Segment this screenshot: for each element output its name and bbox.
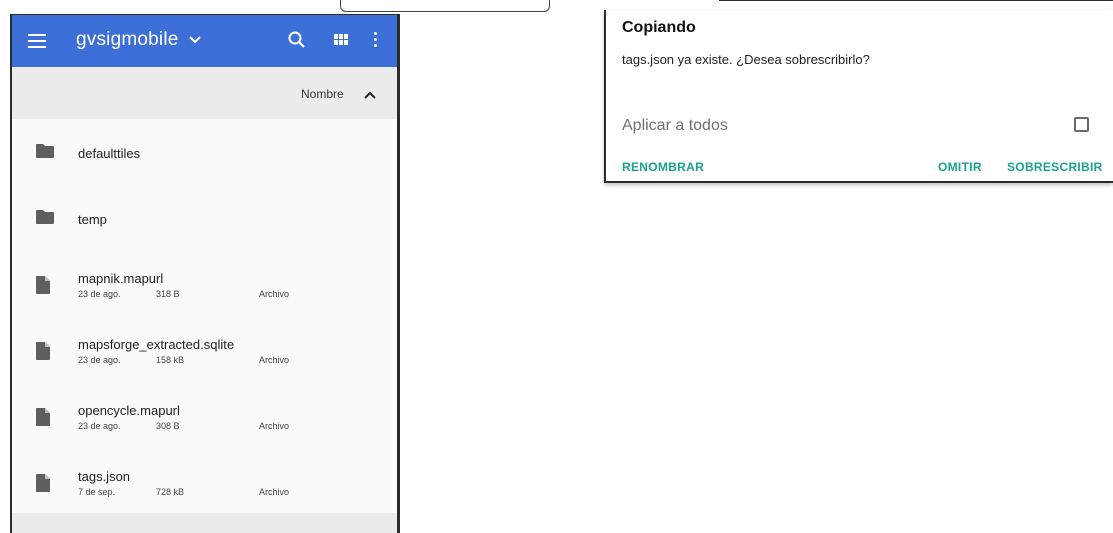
item-date: 23 de ago. [78,289,121,299]
file-list: defaulttiles temp mapnik.mapurl 23 de ag… [12,119,397,515]
window-tab-outline [340,0,550,12]
menu-icon[interactable] [28,31,46,51]
sort-by-name[interactable]: Nombre [301,87,344,101]
more-vert-icon[interactable] [372,32,380,50]
list-item[interactable]: tags.json 7 de sep. 728 kB Archivo [12,449,397,515]
file-manager-screen: gvsigmobile Nombre defaulttiles temp map… [10,14,400,533]
item-size: 308 B [156,421,180,431]
item-name: opencycle.mapurl [78,403,180,418]
list-item[interactable]: opencycle.mapurl 23 de ago. 308 B Archiv… [12,383,397,449]
item-date: 23 de ago. [78,421,121,431]
app-bar: gvsigmobile [12,15,397,67]
skip-button[interactable]: OMITIR [938,160,982,174]
item-name: mapnik.mapurl [78,271,164,286]
item-size: 158 kB [156,355,185,365]
item-type: Archivo [259,289,290,299]
item-date: 7 de sep. [78,487,116,497]
grid-view-icon[interactable] [334,34,348,46]
divider [719,0,1113,1]
item-name: temp [78,212,107,227]
chevron-up-icon[interactable] [364,87,376,99]
overwrite-button[interactable]: SOBRESCRIBIR [1007,160,1103,174]
item-type: Archivo [259,421,290,431]
item-date: 23 de ago. [78,355,121,365]
chevron-down-icon [188,31,201,47]
sort-bar: Nombre [12,67,397,119]
folder-icon [36,210,54,229]
item-name: mapsforge_extracted.sqlite [78,337,235,352]
item-name: defaulttiles [78,146,141,161]
list-item[interactable]: defaulttiles [12,119,397,185]
item-size: 318 B [156,289,180,299]
item-type: Archivo [259,487,290,497]
search-icon[interactable] [286,29,308,51]
item-type: Archivo [259,355,290,365]
dialog-message: tags.json ya existe. ¿Desea sobrescribir… [622,52,870,67]
file-icon [36,342,50,365]
list-footer [12,513,397,533]
file-icon [36,408,50,431]
apply-all-label[interactable]: Aplicar a todos [622,117,728,135]
apply-all-checkbox[interactable] [1074,117,1089,132]
list-item[interactable]: temp [12,185,397,251]
folder-dropdown[interactable]: gvsigmobile [76,29,201,51]
list-item[interactable]: mapnik.mapurl 23 de ago. 318 B Archivo [12,251,397,317]
dialog-title: Copiando [622,19,696,36]
item-name: tags.json [78,469,131,484]
file-icon [36,276,50,299]
folder-icon [36,144,54,163]
list-item[interactable]: mapsforge_extracted.sqlite 23 de ago. 15… [12,317,397,383]
copy-conflict-dialog: Copiando tags.json ya existe. ¿Desea sob… [604,0,1113,183]
rename-button[interactable]: RENOMBRAR [622,160,704,174]
folder-name: gvsigmobile [76,29,179,50]
file-icon [36,474,50,497]
item-size: 728 kB [156,487,185,497]
